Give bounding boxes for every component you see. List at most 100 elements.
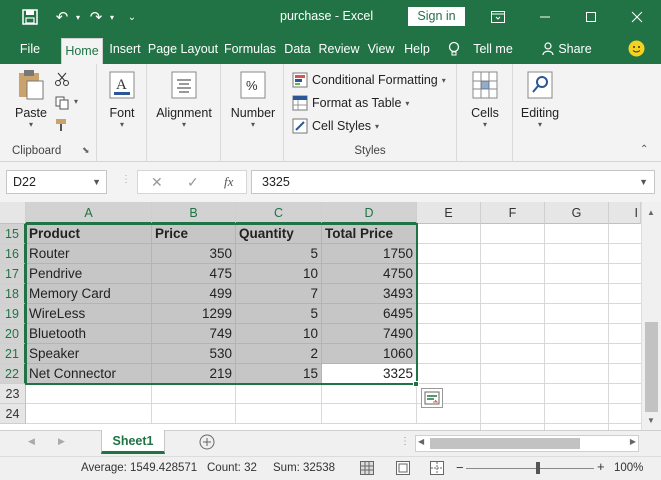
zoom-out-icon[interactable]: − [456, 460, 464, 475]
page-layout-view-icon[interactable] [396, 461, 410, 478]
table-cell[interactable]: 5 [236, 244, 322, 264]
collapse-ribbon-icon[interactable]: ⌃ [640, 144, 648, 155]
name-box[interactable]: D22 ▼ [6, 170, 107, 194]
table-cell[interactable]: Net Connector [26, 364, 152, 384]
minimize-icon[interactable] [535, 7, 555, 27]
tab-data[interactable]: Data [281, 34, 314, 64]
table-cell[interactable]: 10 [236, 264, 322, 284]
maximize-icon[interactable] [581, 7, 601, 27]
column-header-b[interactable]: B [152, 202, 236, 224]
empty-cell[interactable] [26, 404, 152, 424]
zoom-slider-knob[interactable] [536, 462, 540, 474]
status-average[interactable]: Average: 1549.428571 [81, 462, 197, 474]
row-header-20[interactable]: 20 [0, 324, 26, 344]
empty-cell[interactable] [322, 404, 417, 424]
number-button[interactable]: % Number ▾ [226, 70, 280, 129]
column-header-f[interactable]: F [481, 202, 545, 224]
share-person-icon[interactable] [540, 34, 558, 64]
paste-button[interactable]: Paste ▾ [12, 70, 50, 129]
sign-in-button[interactable]: Sign in [408, 7, 465, 26]
empty-cell[interactable] [152, 384, 236, 404]
cut-icon[interactable] [55, 72, 69, 89]
scroll-left-icon[interactable]: ◀ [418, 437, 424, 446]
column-header-g[interactable]: G [545, 202, 609, 224]
tab-review[interactable]: Review [316, 34, 362, 64]
table-cell[interactable]: 475 [152, 264, 236, 284]
name-box-dropdown-icon[interactable]: ▼ [92, 171, 101, 193]
table-cell[interactable]: WireLess [26, 304, 152, 324]
tab-view[interactable]: View [364, 34, 398, 64]
row-header-18[interactable]: 18 [0, 284, 26, 304]
table-cell[interactable]: Speaker [26, 344, 152, 364]
editing-button[interactable]: Editing ▾ [517, 70, 563, 129]
empty-cell[interactable] [236, 384, 322, 404]
page-break-preview-icon[interactable] [430, 461, 444, 478]
column-header-e[interactable]: E [417, 202, 481, 224]
cell-styles-button[interactable]: Cell Styles ▾ [292, 116, 379, 136]
table-cell[interactable]: 3493 [322, 284, 417, 304]
empty-cells-area[interactable] [417, 224, 641, 430]
table-cell[interactable]: 499 [152, 284, 236, 304]
ribbon-display-options-icon[interactable] [488, 7, 508, 27]
table-cell[interactable]: 1299 [152, 304, 236, 324]
conditional-formatting-button[interactable]: Conditional Formatting ▾ [292, 70, 446, 90]
table-cell[interactable]: 10 [236, 324, 322, 344]
table-cell[interactable]: 219 [152, 364, 236, 384]
active-cell-d22[interactable]: 3325 [322, 364, 417, 384]
clipboard-launcher-icon[interactable]: ⬊ [82, 145, 90, 156]
quick-analysis-button[interactable] [421, 388, 443, 408]
row-header-21[interactable]: 21 [0, 344, 26, 364]
table-cell[interactable]: Router [26, 244, 152, 264]
fill-handle[interactable] [413, 381, 419, 387]
format-painter-icon[interactable] [55, 118, 69, 135]
vertical-scrollbar[interactable]: ▲ ▼ [641, 202, 661, 430]
save-icon[interactable] [20, 7, 40, 27]
font-button[interactable]: A Font ▾ [102, 70, 142, 129]
copy-icon[interactable] [55, 96, 69, 113]
empty-cell[interactable] [236, 404, 322, 424]
row-header-16[interactable]: 16 [0, 244, 26, 264]
select-all-corner[interactable] [0, 202, 26, 224]
empty-cell[interactable] [26, 384, 152, 404]
zoom-level[interactable]: 100% [614, 462, 643, 474]
expand-formula-bar-icon[interactable]: ▼ [639, 171, 648, 193]
tab-splitter-icon[interactable]: ⋮ [400, 436, 410, 447]
row-header-17[interactable]: 17 [0, 264, 26, 284]
table-cell[interactable]: 350 [152, 244, 236, 264]
cancel-entry-icon[interactable]: ✕ [151, 174, 163, 191]
customize-toolbar-icon[interactable]: ⌄ [122, 7, 142, 27]
horizontal-scroll-thumb[interactable] [430, 438, 580, 449]
table-cell[interactable]: Memory Card [26, 284, 152, 304]
column-header-d[interactable]: D [322, 202, 417, 224]
alignment-button[interactable]: Alignment ▾ [152, 70, 216, 129]
lightbulb-icon[interactable] [444, 34, 464, 64]
tab-home[interactable]: Home [61, 38, 103, 64]
scroll-down-icon[interactable]: ▼ [647, 416, 655, 425]
header-cell-price[interactable]: Price [152, 224, 236, 244]
row-header-15[interactable]: 15 [0, 224, 26, 244]
tab-formulas[interactable]: Formulas [222, 34, 278, 64]
worksheet-grid[interactable]: A B C D E F G I 15 16 17 18 19 20 21 22 … [0, 202, 661, 430]
new-sheet-icon[interactable] [198, 433, 216, 454]
scroll-up-icon[interactable]: ▲ [647, 208, 655, 217]
table-cell[interactable]: 1750 [322, 244, 417, 264]
column-header-c[interactable]: C [236, 202, 322, 224]
paste-dropdown-icon[interactable]: ▾ [12, 120, 50, 129]
vertical-scroll-thumb[interactable] [645, 322, 658, 412]
format-as-table-button[interactable]: Format as Table ▾ [292, 93, 409, 113]
row-header-24[interactable]: 24 [0, 404, 26, 424]
horizontal-scrollbar[interactable]: ◀ ▶ [415, 435, 639, 452]
zoom-slider[interactable] [466, 468, 594, 469]
table-cell[interactable]: Bluetooth [26, 324, 152, 344]
formula-bar-grip-icon[interactable]: ⋮ [121, 174, 131, 185]
table-cell[interactable]: 6495 [322, 304, 417, 324]
table-cell[interactable]: 749 [152, 324, 236, 344]
empty-cell[interactable] [322, 384, 417, 404]
table-cell[interactable]: 15 [236, 364, 322, 384]
normal-view-icon[interactable] [360, 461, 374, 478]
row-header-19[interactable]: 19 [0, 304, 26, 324]
table-cell[interactable]: 4750 [322, 264, 417, 284]
tab-page-layout[interactable]: Page Layout [147, 34, 219, 64]
table-cell[interactable]: 5 [236, 304, 322, 324]
status-count[interactable]: Count: 32 [207, 462, 257, 474]
